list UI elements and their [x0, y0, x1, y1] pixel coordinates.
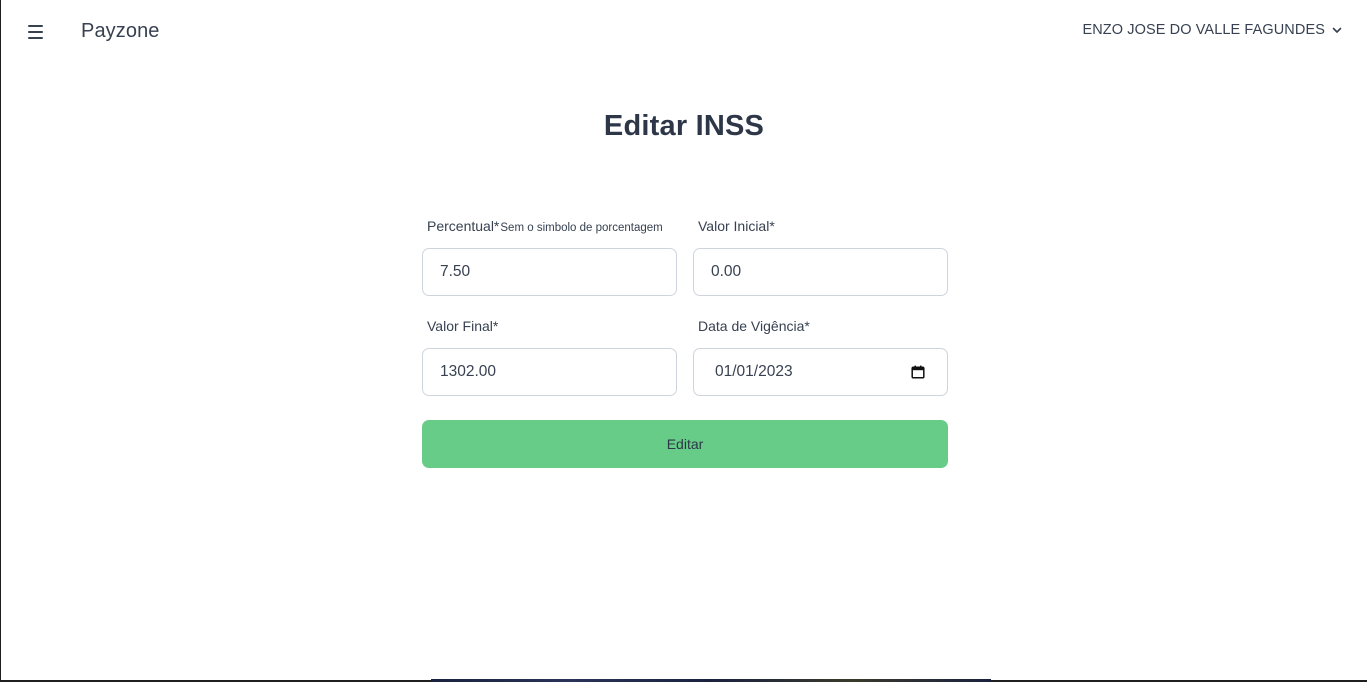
- valor-final-label: Valor Final*: [422, 318, 677, 340]
- percentual-value: 7.50: [440, 263, 471, 280]
- valor-final-field: Valor Final* 1302.00: [422, 318, 677, 396]
- valor-inicial-value: 0.00: [711, 263, 742, 280]
- data-vigencia-input[interactable]: 01/01/2023: [693, 348, 948, 396]
- valor-final-value: 1302.00: [440, 363, 497, 380]
- hamburger-menu-icon[interactable]: [28, 24, 44, 40]
- percentual-input[interactable]: 7.50: [422, 248, 677, 296]
- percentual-label: Percentual* Sem o simbolo de porcentagem: [422, 218, 677, 240]
- valor-inicial-input[interactable]: 0.00: [693, 248, 948, 296]
- valor-inicial-field: Valor Inicial* 0.00: [693, 218, 948, 296]
- data-vigencia-field: Data de Vigência* 01/01/2023: [693, 318, 948, 396]
- brand-logo-text[interactable]: Payzone: [81, 20, 160, 43]
- edit-inss-form: Percentual* Sem o simbolo de porcentagem…: [422, 218, 948, 468]
- data-vigencia-value: 01/01/2023: [715, 363, 793, 380]
- form-row: Percentual* Sem o simbolo de porcentagem…: [422, 218, 948, 296]
- editar-button[interactable]: Editar: [422, 420, 948, 468]
- percentual-hint: Sem o simbolo de porcentagem: [500, 222, 663, 234]
- valor-inicial-label-text: Valor Inicial*: [698, 218, 775, 234]
- percentual-field: Percentual* Sem o simbolo de porcentagem…: [422, 218, 677, 296]
- chevron-down-icon: [1332, 27, 1342, 33]
- valor-inicial-label: Valor Inicial*: [693, 218, 948, 240]
- page: Payzone ENZO JOSE DO VALLE FAGUNDES Edit…: [0, 0, 1367, 682]
- menu-line: [28, 37, 43, 39]
- percentual-label-text: Percentual*: [427, 218, 500, 234]
- valor-final-input[interactable]: 1302.00: [422, 348, 677, 396]
- page-title: Editar INSS: [603, 110, 765, 142]
- form-row: Valor Final* 1302.00 Data de Vigência* 0…: [422, 318, 948, 396]
- data-vigencia-label-text: Data de Vigência*: [698, 318, 810, 334]
- menu-line: [28, 31, 43, 33]
- user-menu[interactable]: ENZO JOSE DO VALLE FAGUNDES: [1082, 22, 1343, 38]
- user-name: ENZO JOSE DO VALLE FAGUNDES: [1082, 22, 1325, 38]
- menu-line: [28, 25, 43, 27]
- calendar-icon[interactable]: [911, 365, 925, 379]
- valor-final-label-text: Valor Final*: [427, 318, 499, 334]
- data-vigencia-label: Data de Vigência*: [693, 318, 948, 340]
- top-bar: Payzone ENZO JOSE DO VALLE FAGUNDES: [1, 0, 1367, 64]
